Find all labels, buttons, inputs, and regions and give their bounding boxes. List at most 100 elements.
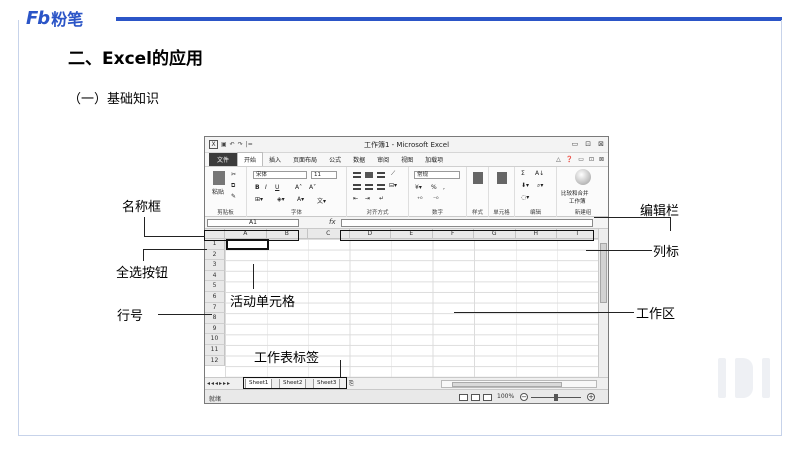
styles-icon[interactable]	[473, 172, 483, 184]
tab-page-layout[interactable]: 页面布局	[287, 153, 323, 166]
comma-button[interactable]: ,	[443, 184, 445, 191]
row-header-2[interactable]: 2	[205, 249, 225, 261]
find-select-icon[interactable]: ⌕▾	[537, 182, 543, 190]
zoom-slider-thumb[interactable]	[554, 394, 558, 401]
horizontal-scroll-thumb[interactable]	[452, 382, 562, 387]
align-bottom-icon[interactable]	[377, 172, 385, 178]
row-header-9[interactable]: 9	[205, 323, 225, 335]
close-icon[interactable]: ⊠	[598, 140, 604, 148]
currency-icon[interactable]: ¥▾	[415, 184, 422, 191]
fill-icon[interactable]: ⬇▾	[521, 182, 529, 189]
phonetic-icon[interactable]: 文▾	[317, 196, 326, 205]
tab-insert[interactable]: 插入	[263, 153, 287, 166]
normal-view-icon[interactable]	[459, 394, 468, 401]
compare-merge-label-2[interactable]: 工作簿	[569, 197, 586, 205]
callout-active-cell: 活动单元格	[230, 295, 296, 310]
cells-icon[interactable]	[497, 172, 507, 184]
orientation-icon[interactable]: ⟋	[391, 170, 395, 178]
horizontal-scrollbar[interactable]	[441, 380, 597, 388]
row-header-12[interactable]: 12	[205, 355, 225, 367]
row-header-4[interactable]: 4	[205, 270, 225, 282]
underline-button[interactable]: U	[275, 184, 279, 191]
doc-minimize-icon[interactable]: ▭	[578, 156, 584, 163]
fill-color-icon[interactable]: ◈▾	[277, 196, 285, 203]
sort-filter-button[interactable]: A↓	[535, 170, 544, 177]
edit-bar-leader-v	[670, 217, 671, 231]
wrap-text-icon[interactable]: ↵	[379, 195, 384, 202]
font-name-select[interactable]: 宋体	[253, 171, 307, 179]
paste-label[interactable]: 粘贴	[212, 187, 224, 196]
row-number-leader	[158, 314, 212, 315]
font-color-icon[interactable]: A▾	[297, 196, 304, 203]
increase-decimal-icon[interactable]: ⁺⁰	[417, 196, 423, 203]
insert-sheet-icon[interactable]: ⎘	[349, 380, 354, 388]
shrink-font-button[interactable]: A˅	[309, 184, 316, 191]
align-left-icon[interactable]	[353, 184, 361, 190]
tab-file[interactable]: 文件	[209, 153, 238, 166]
group-alignment: ⟋ ⊟▾ ⇤ ⇥ ↵ 对齐方式	[347, 167, 409, 217]
insert-function-icon[interactable]: fx	[329, 218, 336, 226]
zoom-out-icon[interactable]: −	[520, 393, 528, 401]
format-painter-icon[interactable]: ✎	[231, 193, 236, 200]
callout-name-box: 名称框	[122, 200, 162, 215]
tab-review[interactable]: 审阅	[371, 153, 395, 166]
group-styles: 样式	[467, 167, 489, 217]
bold-button[interactable]: B	[255, 184, 260, 191]
callout-edit-bar: 编辑栏	[640, 204, 680, 219]
row-header-10[interactable]: 10	[205, 334, 225, 345]
page-layout-view-icon[interactable]	[471, 394, 480, 401]
formula-input[interactable]	[341, 219, 593, 227]
name-box-leader-h	[144, 236, 205, 237]
tab-formulas[interactable]: 公式	[323, 153, 347, 166]
row-header-3[interactable]: 3	[205, 260, 225, 271]
name-box[interactable]: A1	[207, 219, 299, 227]
copy-icon[interactable]: ⧉	[231, 182, 235, 190]
cut-icon[interactable]: ✂	[231, 171, 236, 178]
doc-restore-icon[interactable]: ⊡	[589, 156, 594, 163]
borders-icon[interactable]: ⊞▾	[255, 196, 263, 203]
select-all-leader-v	[143, 249, 144, 261]
page-break-view-icon[interactable]	[483, 394, 492, 401]
row-header-5[interactable]: 5	[205, 281, 225, 292]
restore-icon[interactable]: ⊡	[585, 140, 591, 148]
align-center-icon[interactable]	[365, 184, 373, 190]
minimize-icon[interactable]: ▭	[572, 140, 579, 148]
tab-addins[interactable]: 加载项	[419, 153, 449, 166]
group-label-number: 数字	[431, 210, 443, 216]
tab-view[interactable]: 视图	[395, 153, 419, 166]
font-size-select[interactable]: 11	[311, 171, 337, 179]
group-clipboard: 粘贴 ✂ ⧉ ✎ 剪贴板	[205, 167, 247, 217]
group-number: 常规 ¥▾ % , ⁺⁰ ⁻⁰ 数字	[409, 167, 467, 217]
row-header-7[interactable]: 7	[205, 302, 225, 314]
compare-merge-icon[interactable]	[575, 169, 591, 185]
decrease-decimal-icon[interactable]: ⁻⁰	[433, 196, 439, 203]
increase-indent-icon[interactable]: ⇥	[365, 195, 370, 202]
paste-icon[interactable]	[213, 171, 225, 185]
tab-home[interactable]: 开始	[237, 152, 264, 166]
tab-data[interactable]: 数据	[347, 153, 371, 166]
sheet-nav-arrows[interactable]: ◂◂◂▸▸▸	[207, 380, 231, 387]
autosum-button[interactable]: Σ	[521, 170, 525, 177]
compare-merge-label[interactable]: 比较和合并	[561, 189, 589, 197]
title-bar: X ▣ ↶ ↷ |= 工作簿1 - Microsoft Excel ▭ ⊡ ⊠	[205, 137, 608, 153]
vertical-scroll-thumb[interactable]	[600, 243, 607, 303]
doc-close-icon[interactable]: ⊠	[599, 156, 604, 163]
clear-icon[interactable]: ◌▾	[521, 194, 529, 201]
zoom-in-icon[interactable]: +	[587, 393, 595, 401]
align-right-icon[interactable]	[377, 184, 385, 190]
sheet-tabs-highlight	[243, 377, 347, 389]
number-format-select[interactable]: 常规	[414, 171, 460, 179]
grow-font-button[interactable]: A˄	[295, 184, 302, 191]
align-middle-icon[interactable]	[365, 172, 373, 178]
italic-button[interactable]: I	[265, 184, 267, 191]
percent-button[interactable]: %	[431, 184, 437, 191]
row-header-6[interactable]: 6	[205, 292, 225, 303]
row-header-11[interactable]: 11	[205, 345, 225, 356]
vertical-scrollbar[interactable]	[598, 229, 608, 377]
help-icon[interactable]: ❓	[566, 156, 573, 163]
ribbon-minimize-icon[interactable]: △	[556, 156, 561, 163]
merge-center-icon[interactable]: ⊟▾	[389, 182, 397, 189]
align-top-icon[interactable]	[353, 172, 361, 178]
callout-row-number: 行号	[117, 309, 144, 324]
decrease-indent-icon[interactable]: ⇤	[353, 195, 358, 202]
